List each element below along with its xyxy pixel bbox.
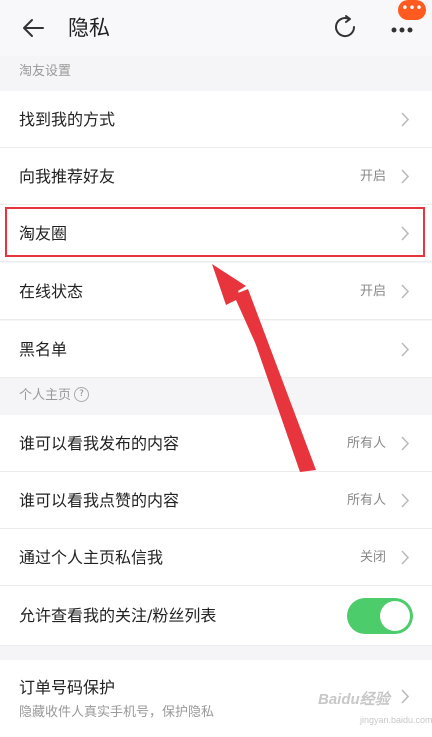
follow-list-toggle[interactable] (347, 598, 413, 634)
highlight-box (5, 207, 425, 257)
watermark-brand: Baidu经验 (318, 691, 390, 708)
help-icon[interactable]: ? (74, 387, 90, 402)
row-find-me[interactable]: 找到我的方式 (0, 91, 432, 148)
chevron-right-icon (401, 284, 410, 299)
refresh-icon[interactable] (330, 12, 360, 42)
row-label: 谁可以看我点赞的内容 (19, 491, 180, 510)
section-label-text: 个人主页 (19, 388, 72, 403)
row-label: 允许查看我的关注/粉丝列表 (19, 606, 217, 625)
baidu-watermark: Baidu经验 jingyan.baidu.com (318, 688, 432, 732)
row-who-see-posts[interactable]: 谁可以看我发布的内容 所有人 (0, 415, 432, 472)
order-label: 订单号码保护 (19, 678, 116, 697)
section-label-taoyou: 淘友设置 (19, 64, 72, 79)
toggle-knob (380, 601, 410, 631)
app-header: 隐私 ••• (0, 0, 432, 56)
notification-badge: ••• (398, 0, 426, 20)
section-label-homepage: 个人主页? (19, 386, 90, 406)
row-value: 开启 (359, 169, 386, 184)
row-blacklist[interactable]: 黑名单 (0, 321, 432, 378)
row-label: 谁可以看我发布的内容 (19, 434, 180, 453)
row-value: 所有人 (346, 493, 386, 508)
row-value: 所有人 (346, 436, 386, 451)
chevron-right-icon (401, 436, 410, 451)
row-value: 关闭 (359, 550, 386, 565)
row-label: 找到我的方式 (19, 110, 116, 129)
chevron-right-icon (401, 112, 410, 127)
row-recommend-friends[interactable]: 向我推荐好友 开启 (0, 148, 432, 205)
chevron-right-icon (401, 493, 410, 508)
order-sub: 隐藏收件人真实手机号，保护隐私 (19, 705, 215, 720)
chevron-right-icon (401, 342, 410, 357)
row-message-via-homepage[interactable]: 通过个人主页私信我 关闭 (0, 529, 432, 586)
chevron-right-icon (401, 169, 410, 184)
row-label: 在线状态 (19, 282, 84, 301)
row-value: 开启 (359, 284, 386, 299)
chevron-right-icon (401, 550, 410, 565)
row-online-status[interactable]: 在线状态 开启 (0, 263, 432, 320)
row-label: 黑名单 (19, 340, 68, 359)
row-who-see-likes[interactable]: 谁可以看我点赞的内容 所有人 (0, 472, 432, 529)
row-label: 向我推荐好友 (19, 167, 116, 186)
page-title: 隐私 (68, 16, 110, 40)
row-allow-follow-list: 允许查看我的关注/粉丝列表 (0, 586, 432, 646)
row-label: 通过个人主页私信我 (19, 548, 164, 567)
watermark-sub: jingyan.baidu.com (360, 715, 432, 725)
back-arrow-icon[interactable] (20, 16, 46, 40)
